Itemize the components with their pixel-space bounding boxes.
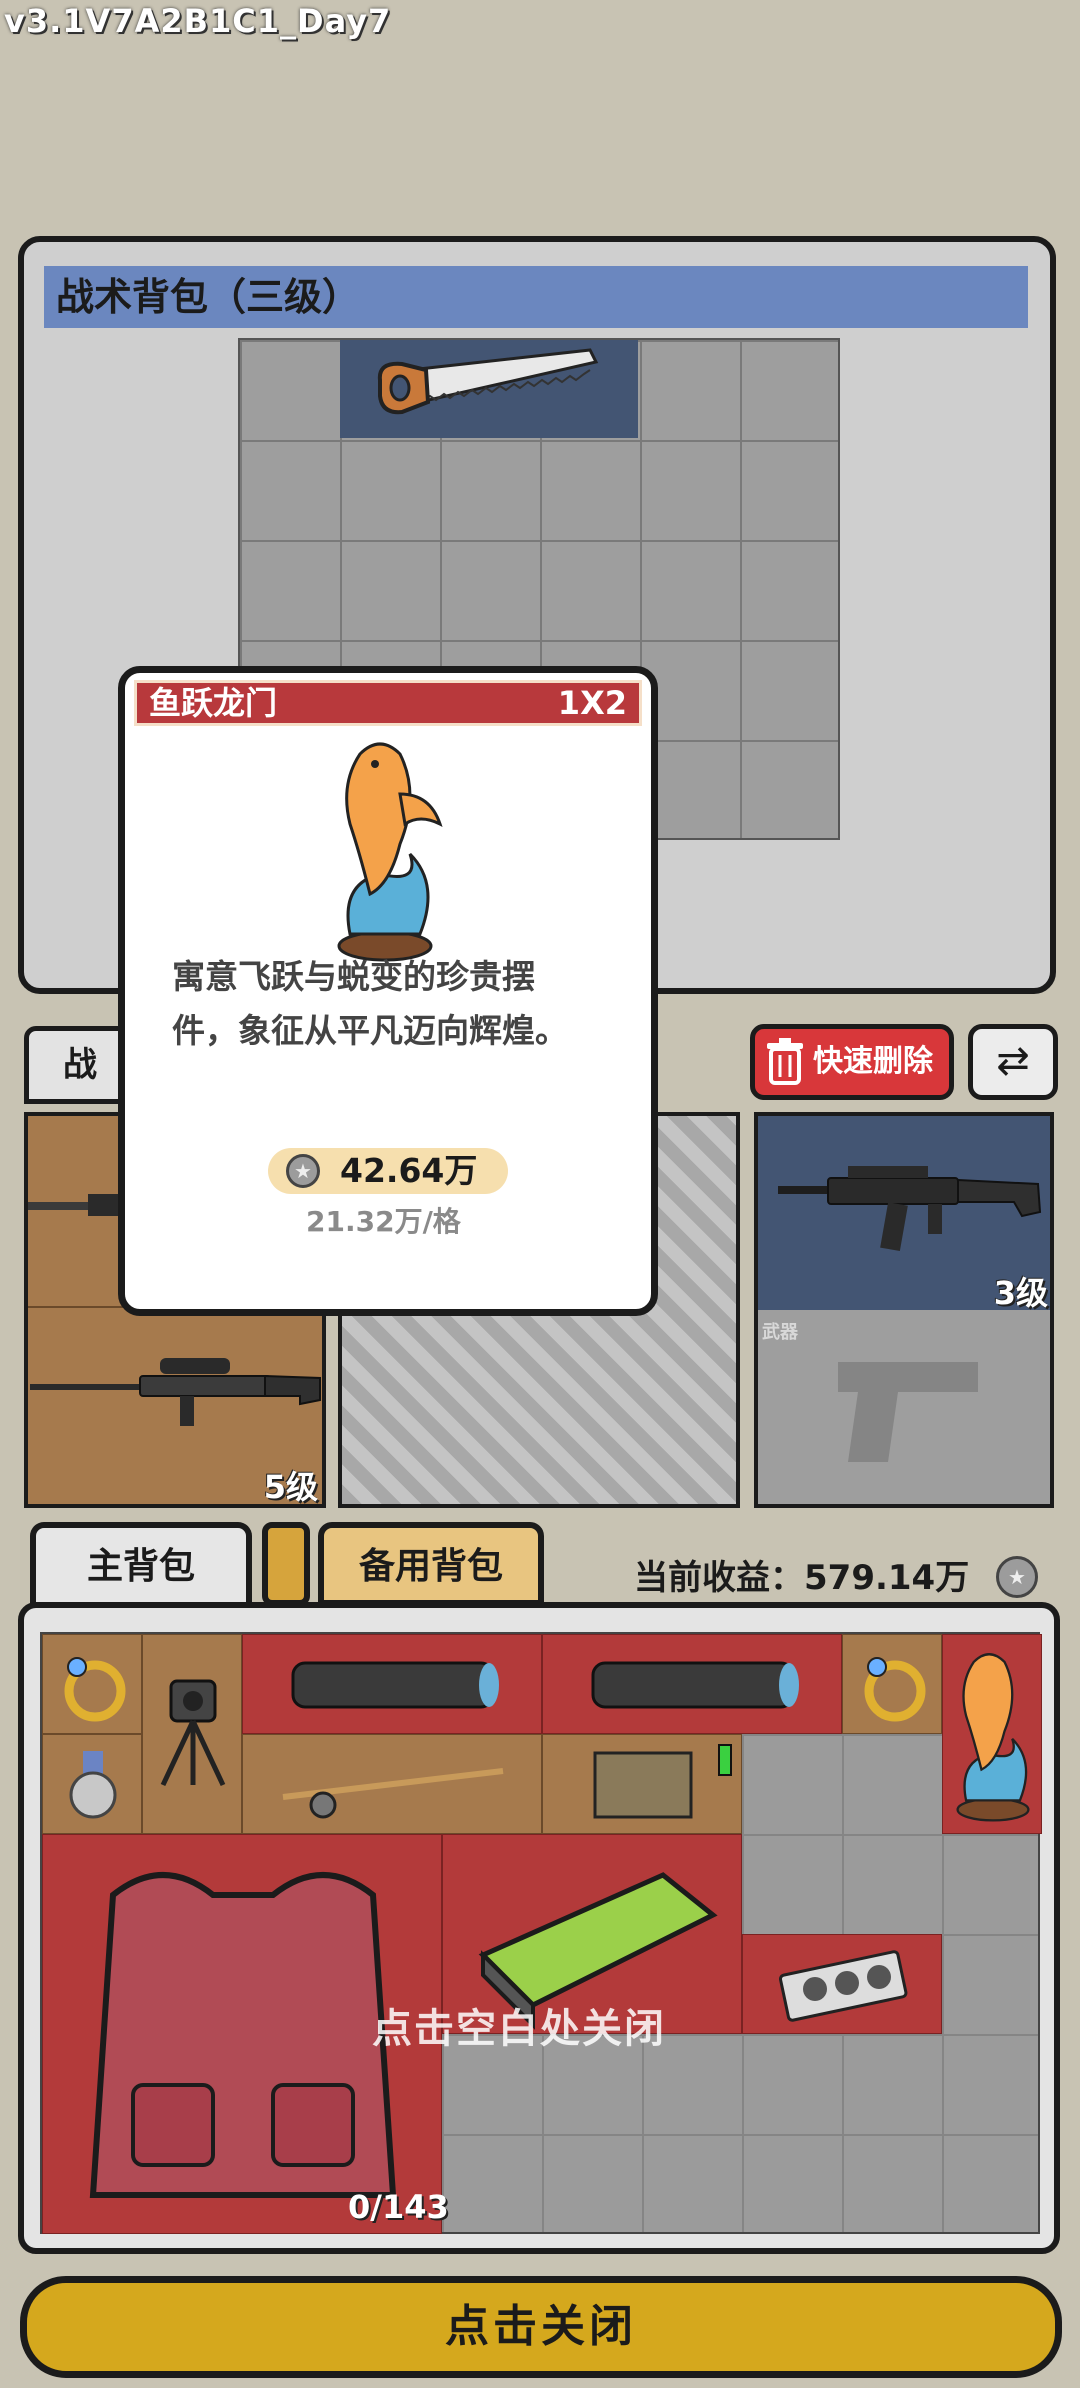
saw-icon: [377, 348, 599, 415]
left-slot-level: 5级: [263, 1468, 318, 1506]
item-name: 鱼跃龙门: [149, 684, 278, 722]
ring-icon: [864, 1657, 926, 1722]
item-medal[interactable]: [42, 1734, 142, 1834]
saw-item[interactable]: [340, 340, 638, 438]
backpack-capacity: 0/143: [348, 2188, 449, 2226]
item-gold-ring-2[interactable]: [842, 1634, 942, 1734]
earnings-coin-icon: ★: [996, 1556, 1038, 1598]
item-gpu[interactable]: [742, 1934, 942, 2034]
weapon-slot-label: 武器: [762, 1322, 798, 1343]
fishing-rod-icon: [282, 1768, 504, 1819]
tab-main-backpack[interactable]: 主背包: [30, 1522, 252, 1606]
picture-icon: [593, 1744, 732, 1819]
item-size: 1X2: [557, 684, 627, 722]
tactical-backpack-title: 战术背包（三级）: [44, 266, 1028, 328]
quick-delete-button[interactable]: 快速删除: [750, 1024, 954, 1100]
weapon-slot-panel[interactable]: 3级 武器: [754, 1112, 1054, 1508]
quick-delete-label: 快速删除: [813, 1044, 933, 1079]
sniper-rifle-icon: [30, 1358, 321, 1426]
assault-rifle-icon: [778, 1166, 1042, 1252]
item-scope-2[interactable]: [542, 1634, 842, 1734]
graphics-card-icon: [778, 1950, 908, 2022]
right-slot-level: 3级: [993, 1274, 1048, 1312]
swap-icon: ⇄: [996, 1038, 1030, 1084]
item-photo-frame[interactable]: [542, 1734, 742, 1834]
trash-icon: [767, 1038, 803, 1085]
rifle-icon: [28, 1194, 118, 1216]
weapon-slot-primary[interactable]: 3级: [758, 1116, 1050, 1312]
scope-icon: [591, 1661, 799, 1709]
item-action-camera[interactable]: [142, 1634, 242, 1834]
coin-icon: ★: [286, 1154, 320, 1188]
item-price: 42.64万: [340, 1151, 478, 1190]
tab-divider: [262, 1522, 310, 1606]
swap-button[interactable]: ⇄: [968, 1024, 1058, 1100]
koi-statue-icon: [337, 742, 443, 962]
tap-blank-to-close-hint: 点击空白处关闭: [372, 2006, 666, 2052]
popup-header: 鱼跃龙门 1X2: [134, 680, 642, 726]
main-backpack-grid[interactable]: [40, 1632, 1042, 2234]
tab-spare-backpack[interactable]: 备用背包: [318, 1522, 544, 1606]
ring-icon: [64, 1657, 126, 1722]
koi-statue-icon: [956, 1653, 1030, 1822]
item-price-per-cell: 21.32万/格: [306, 1205, 461, 1238]
close-button[interactable]: 点击关闭: [20, 2276, 1062, 2378]
item-gold-ring[interactable]: [42, 1634, 142, 1734]
pistol-placeholder-icon: [838, 1362, 978, 1462]
medal-icon: [69, 1751, 117, 1819]
item-scope-1[interactable]: [242, 1634, 542, 1734]
item-koi-statue[interactable]: [942, 1634, 1042, 1834]
current-earnings: 当前收益：579.14万: [634, 1558, 970, 1598]
item-fishing-rod[interactable]: [242, 1734, 542, 1834]
item-description: 寓意飞跃与蜕变的珍贵摆 件，象征从平凡迈向辉煌。: [172, 957, 568, 1050]
camera-tripod-icon: [160, 1679, 226, 1787]
scope-icon: [291, 1661, 499, 1709]
version-label: v3.1V7A2B1C1_Day7: [4, 2, 392, 40]
